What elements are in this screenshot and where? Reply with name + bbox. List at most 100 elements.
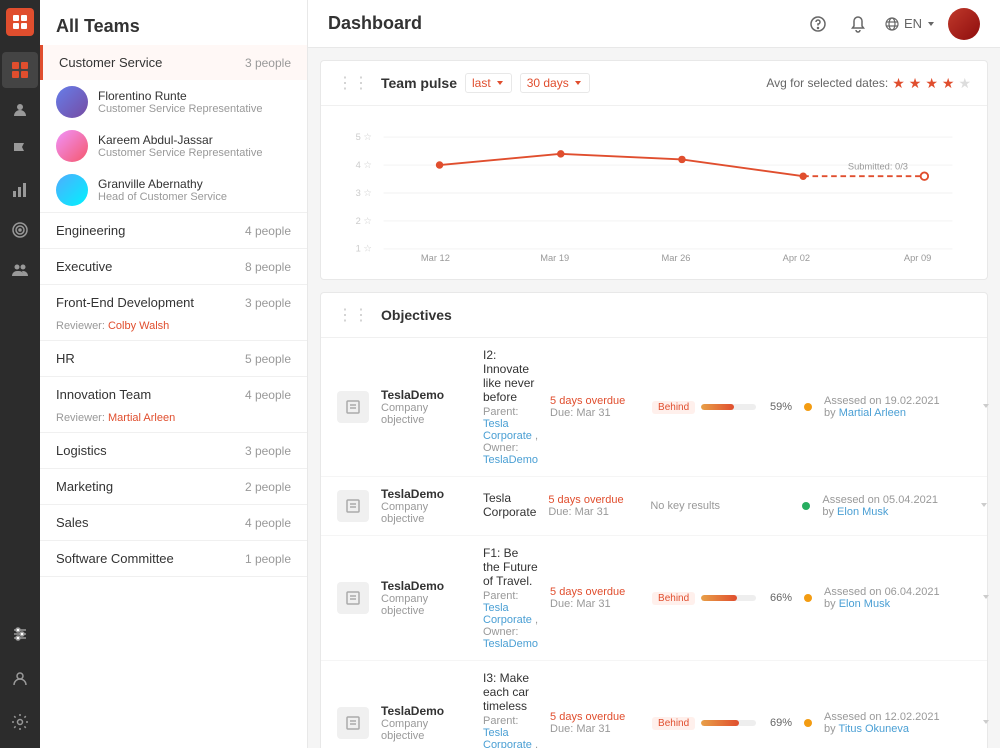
pulse-title: Team pulse — [381, 75, 457, 91]
obj-dot — [802, 502, 810, 510]
team-section: Marketing 2 people — [40, 469, 307, 505]
owner-link[interactable]: TeslaDemo — [483, 454, 538, 466]
obj-title: F1: Be the Future of Travel. — [483, 546, 538, 588]
obj-expand[interactable] — [976, 587, 996, 610]
pulse-filter-last[interactable]: last — [465, 73, 512, 93]
team-row[interactable]: Executive8 people — [40, 249, 307, 284]
assessor-link[interactable]: Titus Okuneva — [839, 723, 910, 735]
team-reviewer: Reviewer: Colby Walsh — [40, 320, 307, 340]
obj-icon — [337, 391, 369, 423]
obj-overdue: 5 days overdue — [550, 586, 640, 598]
member-info: Granville Abernathy Head of Customer Ser… — [98, 177, 291, 203]
reviewer-link[interactable]: Martial Arleen — [108, 412, 175, 424]
lang-text: EN — [904, 16, 922, 31]
obj-expand[interactable] — [976, 396, 996, 419]
team-count: 3 people — [245, 444, 291, 458]
obj-company-name: TeslaDemo — [381, 487, 471, 501]
progress-bar — [701, 720, 756, 726]
obj-parent: Parent: Tesla Corporate , Owner: TeslaDe… — [483, 406, 538, 466]
left-panel-header: All Teams — [40, 0, 307, 45]
status-badge: Behind — [652, 592, 695, 605]
pulse-chart: 5 ☆ 4 ☆ 3 ☆ 2 ☆ 1 ☆ — [337, 118, 971, 268]
obj-company: TeslaDemo Company objective — [381, 579, 471, 617]
team-row[interactable]: Customer Service3 people — [40, 45, 307, 80]
parent-link[interactable]: Tesla Corporate — [483, 602, 532, 626]
team-count: 3 people — [245, 296, 291, 310]
nav-sliders[interactable] — [2, 616, 38, 652]
team-row[interactable]: Software Committee1 people — [40, 541, 307, 576]
svg-text:3 ☆: 3 ☆ — [356, 188, 372, 198]
svg-text:4 ☆: 4 ☆ — [356, 160, 372, 170]
left-panel: All Teams Customer Service3 people Flore… — [40, 0, 308, 748]
obj-expand[interactable] — [976, 712, 996, 735]
nav-flag[interactable] — [2, 132, 38, 168]
obj-duedate: Due: Mar 31 — [550, 407, 640, 419]
member-item: Kareem Abdul-Jassar Customer Service Rep… — [40, 124, 307, 168]
owner-link[interactable]: TeslaDemo — [483, 638, 538, 650]
obj-parent: Parent: Tesla Corporate , Owner: TeslaDe… — [483, 715, 538, 748]
obj-detail: I3: Make each car timeless Parent: Tesla… — [483, 671, 538, 748]
team-row[interactable]: Sales4 people — [40, 505, 307, 540]
team-section: Software Committee1 people — [40, 541, 307, 577]
svg-text:Mar 19: Mar 19 — [540, 253, 569, 263]
svg-text:5 ☆: 5 ☆ — [356, 132, 372, 142]
nav-profile[interactable] — [2, 660, 38, 696]
top-header: Dashboard EN — [308, 0, 1000, 48]
nav-dashboard[interactable] — [2, 52, 38, 88]
obj-overdue: 5 days overdue — [550, 395, 640, 407]
team-name: Customer Service — [59, 55, 162, 70]
help-icon[interactable] — [804, 10, 832, 38]
nav-users[interactable] — [2, 92, 38, 128]
progress-bar — [701, 595, 756, 601]
assessor-link[interactable]: Elon Musk — [839, 598, 890, 610]
obj-due: 5 days overdue Due: Mar 31 — [548, 494, 638, 518]
team-count: 4 people — [245, 224, 291, 238]
member-name: Florentino Runte — [98, 89, 291, 103]
avg-label: Avg for selected dates: ★ ★ ★ ★ ★ — [766, 75, 971, 92]
team-count: 1 people — [245, 552, 291, 566]
nav-chart[interactable] — [2, 172, 38, 208]
nav-settings[interactable] — [2, 704, 38, 740]
obj-company-name: TeslaDemo — [381, 579, 471, 593]
team-row[interactable]: Engineering4 people — [40, 213, 307, 248]
team-count: 2 people — [245, 480, 291, 494]
bell-icon[interactable] — [844, 10, 872, 38]
team-section: Customer Service3 people Florentino Runt… — [40, 45, 307, 213]
language-selector[interactable]: EN — [884, 16, 936, 32]
team-name: Innovation Team — [56, 387, 151, 402]
nav-team[interactable] — [2, 252, 38, 288]
assessor-link[interactable]: Elon Musk — [837, 506, 888, 518]
obj-detail: I2: Innovate like never before Parent: T… — [483, 348, 538, 466]
obj-expand[interactable] — [974, 495, 994, 518]
svg-text:2 ☆: 2 ☆ — [356, 216, 372, 226]
user-avatar[interactable] — [948, 8, 980, 40]
team-name: Marketing — [56, 479, 113, 494]
team-row[interactable]: Logistics 3 people — [40, 433, 307, 468]
progress-fill — [701, 595, 737, 601]
reviewer-link[interactable]: Colby Walsh — [108, 320, 169, 332]
obj-icon — [337, 707, 369, 739]
team-row[interactable]: Front-End Development3 people — [40, 285, 307, 320]
pulse-filter-days[interactable]: 30 days — [520, 73, 590, 93]
obj-duedate: Due: Mar 31 — [548, 506, 638, 518]
parent-link[interactable]: Tesla Corporate — [483, 418, 532, 442]
nav-target[interactable] — [2, 212, 38, 248]
member-info: Florentino Runte Customer Service Repres… — [98, 89, 291, 115]
obj-company-type: Company objective — [381, 402, 471, 426]
team-name: Logistics — [56, 443, 107, 458]
assessor-link[interactable]: Martial Arleen — [839, 407, 906, 419]
obj-company-name: TeslaDemo — [381, 704, 471, 718]
svg-text:Apr 09: Apr 09 — [904, 253, 931, 263]
team-row[interactable]: HR5 people — [40, 341, 307, 376]
parent-link[interactable]: Tesla Corporate — [483, 727, 532, 748]
member-item: Florentino Runte Customer Service Repres… — [40, 80, 307, 124]
obj-assessed: Assesed on 06.04.2021by Elon Musk — [824, 586, 964, 610]
team-row[interactable]: Marketing 2 people — [40, 469, 307, 504]
team-row[interactable]: Innovation Team4 people — [40, 377, 307, 412]
team-name: HR — [56, 351, 75, 366]
pulse-header: ⋮⋮ Team pulse last 30 days Avg for selec… — [321, 61, 987, 106]
obj-icon — [337, 582, 369, 614]
obj-title: I3: Make each car timeless — [483, 671, 538, 713]
obj-parent: Parent: Tesla Corporate , Owner: TeslaDe… — [483, 590, 538, 650]
team-count: 4 people — [245, 516, 291, 530]
